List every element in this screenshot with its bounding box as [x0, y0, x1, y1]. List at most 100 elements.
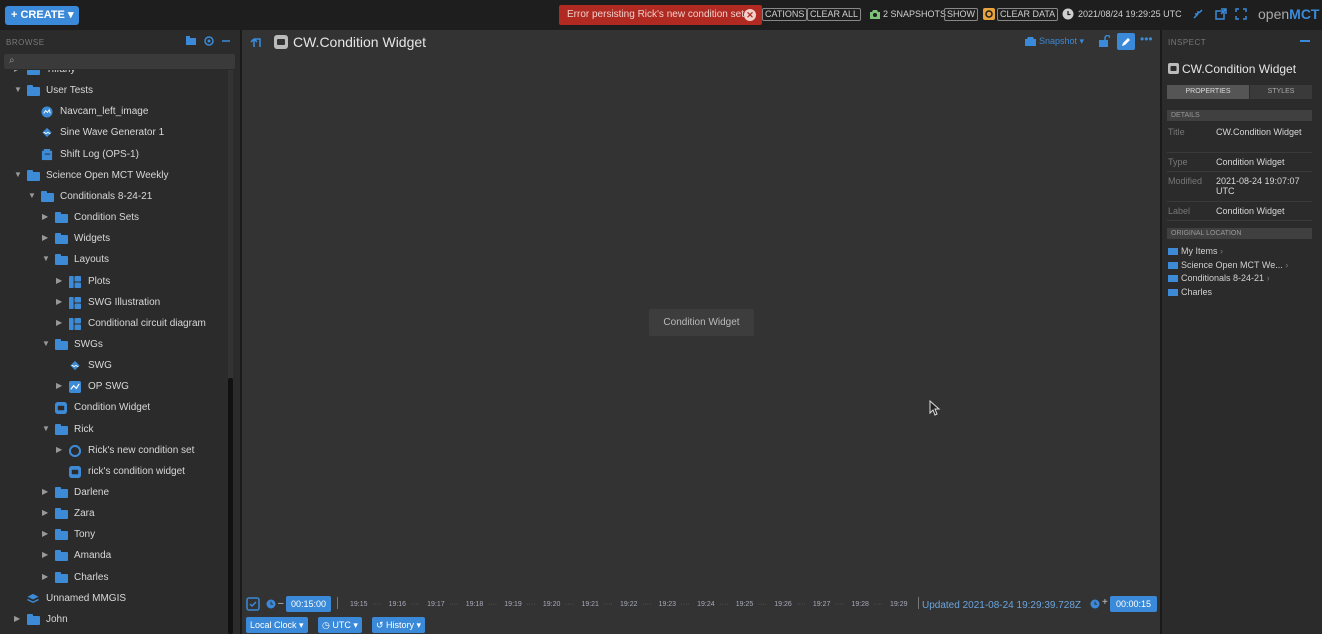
more-options-icon[interactable]: •••: [1140, 32, 1153, 46]
condition-widget-preview[interactable]: Condition Widget: [649, 309, 754, 336]
expanded-arrow-icon[interactable]: ▼: [14, 170, 22, 179]
expanded-arrow-icon[interactable]: ▼: [42, 424, 50, 433]
collapsed-arrow-icon[interactable]: ▶: [14, 70, 22, 73]
tree-item[interactable]: rick's condition widget: [0, 462, 232, 482]
tree-item[interactable]: Navcam_left_image: [0, 102, 232, 122]
error-notification[interactable]: Error persisting Rick's new condition se…: [559, 5, 762, 25]
lock-open-icon[interactable]: [1098, 35, 1110, 47]
collapsed-arrow-icon[interactable]: ▶: [56, 382, 64, 390]
location-item[interactable]: Charles: [1168, 287, 1212, 297]
tree-item-label: Zara: [74, 508, 95, 520]
tree-item[interactable]: Unnamed MMGIS: [0, 589, 232, 609]
collapsed-arrow-icon[interactable]: ▶: [42, 530, 50, 538]
close-icon[interactable]: ✕: [744, 9, 756, 21]
folder-icon: [55, 550, 68, 562]
collapsed-arrow-icon[interactable]: ▶: [42, 572, 50, 581]
tick-spacer: ····: [564, 601, 575, 608]
minimize-icon[interactable]: [1192, 8, 1204, 20]
tree-item[interactable]: ▶ OP SWG: [0, 377, 232, 397]
folder-icon: [55, 338, 68, 350]
tree-item[interactable]: ▼ Science Open MCT Weekly: [0, 166, 232, 186]
clear-all-button[interactable]: CLEAR ALL: [807, 8, 862, 21]
fullscreen-icon[interactable]: [1235, 8, 1247, 20]
location-item[interactable]: My Items ›: [1168, 246, 1223, 256]
expanded-arrow-icon[interactable]: ▼: [28, 191, 36, 200]
location-item[interactable]: Conditionals 8-24-21 ›: [1168, 273, 1270, 283]
new-folder-icon[interactable]: [186, 36, 196, 46]
expanded-arrow-icon[interactable]: ▼: [14, 86, 22, 94]
tree-item[interactable]: ▼ Conditionals 8-24-21: [0, 187, 232, 207]
tree-item[interactable]: ▼ User Tests: [0, 81, 232, 101]
tree-item-label: Plots: [88, 275, 111, 287]
show-snapshots-button[interactable]: SHOW: [944, 8, 978, 21]
edit-button[interactable]: [1117, 33, 1135, 50]
tree-item[interactable]: ▼ SWGs: [0, 335, 232, 355]
tree-item[interactable]: ▶ Tiffany: [0, 70, 232, 80]
tree-item[interactable]: ▼ Layouts: [0, 250, 232, 270]
collapsed-arrow-icon[interactable]: ▶: [56, 318, 64, 327]
collapsed-arrow-icon[interactable]: ▶: [56, 276, 64, 285]
location-label: My Items: [1181, 246, 1218, 256]
locate-icon[interactable]: [204, 36, 214, 46]
tree-item[interactable]: ▶ Widgets: [0, 229, 232, 249]
collapse-inspector-icon[interactable]: [1300, 40, 1310, 42]
clear-data-button[interactable]: CLEAR DATA: [997, 8, 1059, 21]
tree-item-label: User Tests: [46, 85, 94, 97]
condition-set-icon: [68, 444, 82, 457]
details-header: DETAILS: [1167, 110, 1312, 121]
tree-scrollbar-thumb[interactable]: [228, 378, 233, 634]
time-tick-label: 19:20: [542, 601, 561, 608]
tree-item[interactable]: ▶ John: [0, 610, 232, 630]
layout-icon: [69, 296, 82, 309]
create-button[interactable]: + CREATE ▾: [5, 6, 80, 25]
back-arrow-icon[interactable]: [250, 35, 264, 49]
tree-item[interactable]: ▶ SWG Illustration: [0, 293, 232, 313]
collapsed-arrow-icon[interactable]: ▶: [14, 614, 22, 623]
end-offset-input[interactable]: 00:00:15: [1110, 596, 1157, 612]
tree-item[interactable]: ▶ Darlene: [0, 483, 232, 503]
collapse-pane-icon[interactable]: [221, 36, 231, 46]
utc-dropdown[interactable]: ◷ UTC ▾: [318, 617, 362, 633]
tree-item[interactable]: ▶ Plots: [0, 272, 232, 292]
time-tick-label: 19:29: [890, 601, 908, 608]
tree-item[interactable]: SWG: [0, 356, 232, 376]
history-dropdown[interactable]: ↺ History ▾: [372, 617, 426, 633]
tree-item[interactable]: ▶ Condition Sets: [0, 208, 232, 228]
tree-item[interactable]: ▶ Conditional circuit diagram: [0, 314, 232, 334]
expanded-arrow-icon[interactable]: ▼: [42, 339, 50, 348]
collapsed-arrow-icon[interactable]: ▶: [42, 509, 50, 517]
notifications-button[interactable]: CATIONS: [762, 8, 808, 21]
tree-item[interactable]: ▶ Rick's new condition set: [0, 441, 232, 461]
collapsed-arrow-icon[interactable]: ▶: [42, 551, 50, 559]
tree-item[interactable]: ▶ Tony: [0, 525, 232, 545]
time-mode-icon[interactable]: [246, 597, 260, 611]
tab-properties[interactable]: PROPERTIES: [1167, 85, 1249, 99]
tree-item[interactable]: ▼ Rick: [0, 420, 232, 440]
local-clock-dropdown[interactable]: Local Clock ▾: [246, 617, 308, 633]
tree-item-label: Rick: [74, 423, 94, 435]
tree-item[interactable]: ▶ Zara: [0, 504, 232, 524]
snapshot-button[interactable]: Snapshot ▾: [1039, 36, 1084, 47]
tree-item[interactable]: ▶ Amanda: [0, 546, 232, 566]
start-offset-input[interactable]: 00:15:00: [286, 596, 331, 612]
tab-styles[interactable]: STYLES: [1250, 85, 1312, 99]
search-input[interactable]: ⌕: [4, 54, 235, 69]
collapsed-arrow-icon[interactable]: ▶: [42, 488, 50, 496]
time-tick-label: 19:15: [350, 601, 368, 608]
folder-icon: [55, 212, 68, 224]
tree-item[interactable]: Sine Wave Generator 1: [0, 123, 232, 143]
collapsed-arrow-icon[interactable]: ▶: [56, 445, 64, 454]
location-label: Science Open MCT We...: [1181, 259, 1283, 270]
browse-pane: BROWSE ⌕ ▶ Tiffany ▼ User Tests Navcam_left_…: [0, 30, 240, 634]
logo-prefix: open: [1258, 6, 1290, 22]
error-message: Error persisting Rick's new condition se…: [567, 9, 744, 20]
location-item[interactable]: Science Open MCT We... ›: [1168, 260, 1288, 270]
expanded-arrow-icon[interactable]: ▼: [42, 255, 50, 263]
tree-item[interactable]: Shift Log (OPS-1): [0, 145, 232, 165]
collapsed-arrow-icon[interactable]: ▶: [56, 297, 64, 306]
tree-item[interactable]: Condition Widget: [0, 398, 232, 418]
collapsed-arrow-icon[interactable]: ▶: [42, 213, 50, 221]
tree-item[interactable]: ▶ Charles: [0, 568, 232, 588]
collapsed-arrow-icon[interactable]: ▶: [42, 234, 50, 242]
new-window-icon[interactable]: [1215, 8, 1227, 20]
